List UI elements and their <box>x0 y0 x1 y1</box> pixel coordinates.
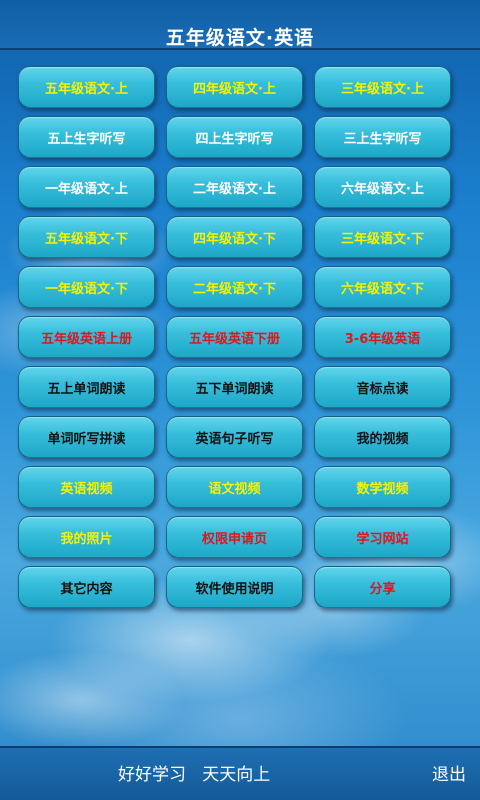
menu-button-grade6-chinese-vol2[interactable]: 六年级语文·下 <box>314 266 451 308</box>
menu-button-grade3-chinese-vol2[interactable]: 三年级语文·下 <box>314 216 451 258</box>
menu-button-phonetics[interactable]: 音标点读 <box>314 366 451 408</box>
menu-button-grade5-words-vol1[interactable]: 五上单词朗读 <box>18 366 155 408</box>
menu-button-my-photos[interactable]: 我的照片 <box>18 516 155 558</box>
menu-button-grade1-chinese-vol1[interactable]: 一年级语文·上 <box>18 166 155 208</box>
menu-button-grade4-chinese-vol2[interactable]: 四年级语文·下 <box>166 216 303 258</box>
menu-button-word-dictation[interactable]: 单词听写拼读 <box>18 416 155 458</box>
menu-button-share[interactable]: 分享 <box>314 566 451 608</box>
menu-button-grade2-chinese-vol2[interactable]: 二年级语文·下 <box>166 266 303 308</box>
exit-button[interactable]: 退出 <box>432 764 466 786</box>
menu-button-grade4-dictation-vol1[interactable]: 四上生字听写 <box>166 116 303 158</box>
menu-button-sentence-dictation[interactable]: 英语句子听写 <box>166 416 303 458</box>
menu-button-user-guide[interactable]: 软件使用说明 <box>166 566 303 608</box>
menu-button-other-content[interactable]: 其它内容 <box>18 566 155 608</box>
menu-button-grade5-chinese-vol2[interactable]: 五年级语文·下 <box>18 216 155 258</box>
menu-button-grade1-chinese-vol2[interactable]: 一年级语文·下 <box>18 266 155 308</box>
menu-button-grade5-words-vol2[interactable]: 五下单词朗读 <box>166 366 303 408</box>
menu-button-grade5-dictation-vol1[interactable]: 五上生字听写 <box>18 116 155 158</box>
menu-button-math-videos[interactable]: 数学视频 <box>314 466 451 508</box>
menu-button-permissions[interactable]: 权限申请页 <box>166 516 303 558</box>
page-title: 五年级语文·英语 <box>165 27 315 49</box>
menu-button-english-videos[interactable]: 英语视频 <box>18 466 155 508</box>
menu-button-grade3-dictation-vol1[interactable]: 三上生字听写 <box>314 116 451 158</box>
title-bar: 五年级语文·英语 <box>0 0 480 50</box>
menu-button-grade5-english-vol2[interactable]: 五年级英语下册 <box>166 316 303 358</box>
menu-button-grade5-english-vol1[interactable]: 五年级英语上册 <box>18 316 155 358</box>
menu-button-my-videos[interactable]: 我的视频 <box>314 416 451 458</box>
menu-button-grade6-chinese-vol1[interactable]: 六年级语文·上 <box>314 166 451 208</box>
menu-button-study-sites[interactable]: 学习网站 <box>314 516 451 558</box>
menu-button-chinese-videos[interactable]: 语文视频 <box>166 466 303 508</box>
motto-text: 好好学习 天天向上 <box>118 765 271 785</box>
menu-grid: 五年级语文·上 四年级语文·上 三年级语文·上 五上生字听写 四上生字听写 三上… <box>18 66 451 608</box>
menu-button-grade3-chinese-vol1[interactable]: 三年级语文·上 <box>314 66 451 108</box>
menu-button-grade4-chinese-vol1[interactable]: 四年级语文·上 <box>166 66 303 108</box>
bottom-bar: 好好学习 天天向上 退出 <box>0 746 480 800</box>
menu-button-grade3-6-english[interactable]: 3-6年级英语 <box>314 316 451 358</box>
menu-button-grade2-chinese-vol1[interactable]: 二年级语文·上 <box>166 166 303 208</box>
menu-button-grade5-chinese-vol1[interactable]: 五年级语文·上 <box>18 66 155 108</box>
